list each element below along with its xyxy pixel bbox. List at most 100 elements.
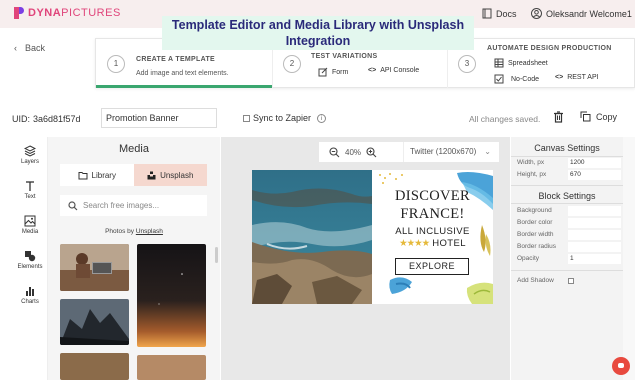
- photo-night-sky: [137, 244, 206, 347]
- opacity-row: Opacity 1: [517, 254, 621, 265]
- api-console-link[interactable]: <> API Console: [368, 67, 419, 74]
- divider: [511, 203, 623, 204]
- divider: [511, 270, 623, 271]
- height-label: Height, px: [517, 171, 547, 178]
- divider: [511, 156, 623, 157]
- media-scrollbar[interactable]: [215, 247, 218, 263]
- height-input[interactable]: 670: [568, 170, 621, 180]
- chat-widget-icon[interactable]: [612, 357, 630, 375]
- divider: [511, 185, 623, 186]
- unsplash-photo[interactable]: [60, 299, 129, 345]
- page-title: Template Editor and Media Library with U…: [162, 16, 474, 50]
- code-icon: <>: [368, 67, 377, 74]
- step-title: CREATE A TEMPLATE: [136, 56, 215, 63]
- background-input[interactable]: [568, 206, 621, 216]
- form-label: Form: [332, 68, 349, 76]
- tool-charts[interactable]: Charts: [12, 285, 48, 305]
- trash-icon: [554, 111, 563, 123]
- step-title: TEST VARIATIONS: [311, 53, 378, 60]
- tab-library-label: Library: [91, 170, 116, 180]
- design-line-2: FRANCE!: [400, 206, 465, 222]
- back-label: Back: [25, 43, 46, 53]
- info-icon[interactable]: i: [317, 113, 327, 123]
- unsplash-photo[interactable]: [60, 244, 129, 291]
- unsplash-photo[interactable]: [137, 355, 206, 380]
- tool-media[interactable]: Media: [12, 215, 48, 235]
- copy-label: Copy: [596, 111, 618, 122]
- zoom-out-icon[interactable]: [329, 146, 340, 158]
- border-width-label: Border width: [517, 231, 554, 238]
- canvas-size-select[interactable]: Twitter (1200x670) ⌄: [403, 142, 491, 162]
- step-title: AUTOMATE DESIGN PRODUCTION: [487, 45, 612, 52]
- user-menu[interactable]: Oleksandr Welcome1: [531, 8, 632, 19]
- check-square-icon: [494, 74, 504, 84]
- no-code-link[interactable]: No-Code: [494, 74, 539, 84]
- photo-laptop-person: [60, 244, 129, 291]
- canvas-area: 40% Twitter (1200x670) ⌄ DISCOVER FRANCE…: [221, 137, 510, 380]
- unsplash-photo[interactable]: [60, 353, 129, 380]
- copy-button[interactable]: Copy: [580, 111, 617, 122]
- logo[interactable]: DYNAPICTURES: [14, 7, 121, 19]
- back-button[interactable]: ‹ Back: [14, 43, 45, 53]
- form-link[interactable]: Form: [318, 67, 348, 77]
- shapes-icon: [25, 251, 36, 262]
- photos-attribution: Photos by Unsplash: [48, 228, 220, 235]
- template-name-input[interactable]: [101, 108, 217, 128]
- border-radius-input[interactable]: [568, 242, 621, 252]
- book-icon: [482, 8, 492, 19]
- border-width-input[interactable]: [568, 230, 621, 240]
- save-status: All changes saved.: [469, 114, 541, 124]
- design-headline[interactable]: DISCOVER FRANCE!: [372, 187, 493, 223]
- sync-zapier[interactable]: Sync to Zapier i: [243, 113, 327, 123]
- shadow-checkbox[interactable]: [568, 278, 574, 284]
- canvas-text-panel: DISCOVER FRANCE! ALL INCLUSIVE ★★★★ HOTE…: [372, 170, 493, 304]
- photos-by-label: Photos by: [105, 228, 134, 235]
- design-subheadline[interactable]: ALL INCLUSIVE ★★★★ HOTEL: [372, 226, 493, 250]
- star-rating: ★★★★: [399, 238, 430, 249]
- sync-zapier-checkbox[interactable]: [243, 114, 250, 122]
- spreadsheet-link[interactable]: Spreadsheet: [494, 58, 548, 68]
- border-width-row: Border width: [517, 230, 621, 241]
- unsplash-link[interactable]: Unsplash: [136, 228, 163, 235]
- zoom-in-icon[interactable]: [366, 146, 377, 158]
- media-panel: Media Library Unsplash Search free image…: [48, 137, 220, 380]
- tool-label: Charts: [21, 299, 39, 305]
- settings-panel: Canvas Settings Width, px 1200 Height, p…: [511, 137, 623, 380]
- design-canvas[interactable]: DISCOVER FRANCE! ALL INCLUSIVE ★★★★ HOTE…: [252, 170, 493, 304]
- border-radius-row: Border radius: [517, 242, 621, 253]
- canvas-settings-title: Canvas Settings: [534, 143, 600, 153]
- tab-library[interactable]: Library: [60, 164, 134, 186]
- image-search[interactable]: Search free images...: [60, 195, 207, 216]
- border-color-input[interactable]: [568, 218, 621, 228]
- border-color-label: Border color: [517, 219, 553, 226]
- tool-elements[interactable]: Elements: [12, 250, 48, 270]
- design-line-4: HOTEL: [432, 238, 466, 249]
- step-number: 1: [107, 55, 125, 73]
- logo-mark-icon: [14, 7, 24, 19]
- tool-label: Elements: [17, 264, 43, 270]
- opacity-label: Opacity: [517, 255, 540, 262]
- design-line-1: DISCOVER: [395, 188, 470, 204]
- uid-value: 3a6d81f57d: [33, 114, 81, 124]
- canvas-photo-coast[interactable]: [252, 170, 372, 304]
- canvas-size-value: Twitter (1200x670): [410, 147, 477, 156]
- spreadsheet-icon: [494, 58, 504, 68]
- text-icon: [26, 181, 34, 191]
- tool-text[interactable]: Text: [12, 180, 48, 200]
- design-explore-button[interactable]: EXPLORE: [395, 258, 469, 275]
- rest-api-link[interactable]: <> REST API: [555, 74, 599, 81]
- docs-link[interactable]: Docs: [482, 8, 517, 19]
- width-input[interactable]: 1200: [568, 158, 621, 168]
- tab-unsplash[interactable]: Unsplash: [133, 164, 207, 186]
- background-row: Background: [517, 206, 621, 217]
- layers-icon: [24, 145, 36, 157]
- page-scrollbar[interactable]: [623, 137, 635, 380]
- image-icon: [24, 215, 36, 227]
- opacity-input[interactable]: 1: [568, 254, 621, 264]
- search-input[interactable]: Search free images...: [83, 201, 159, 210]
- delete-button[interactable]: [553, 111, 564, 125]
- unsplash-photo[interactable]: [137, 244, 206, 347]
- sync-zapier-label: Sync to Zapier: [253, 113, 312, 123]
- background-label: Background: [517, 207, 552, 214]
- tool-layers[interactable]: Layers: [12, 145, 48, 165]
